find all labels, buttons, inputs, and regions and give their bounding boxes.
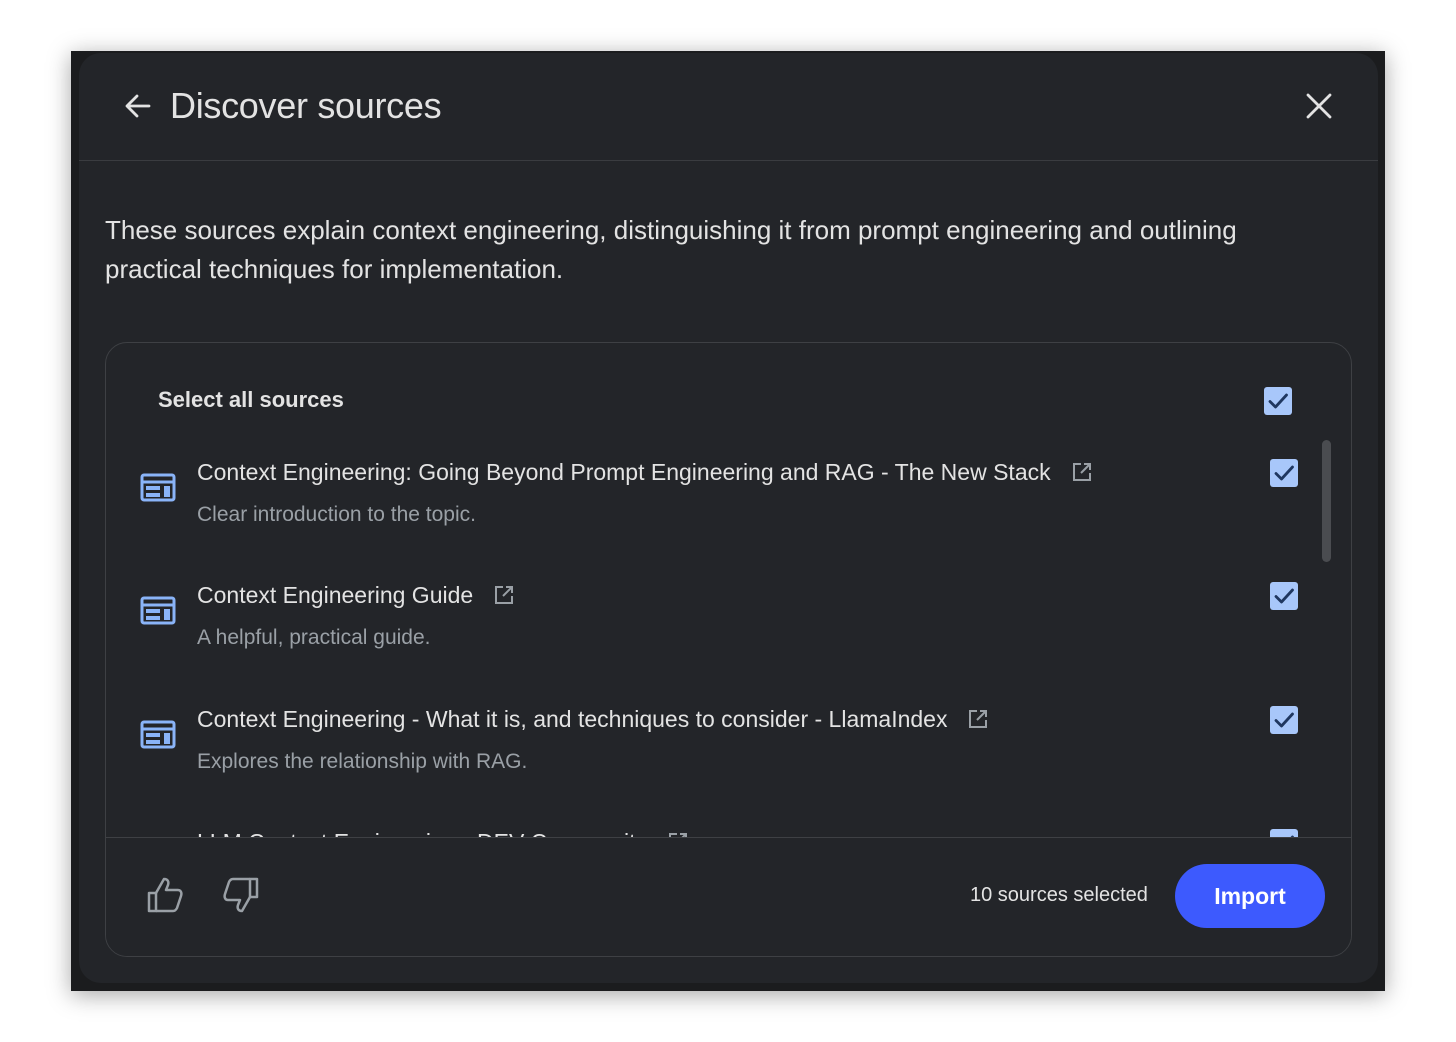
source-checkbox[interactable] — [1270, 706, 1298, 734]
source-subtitle: Clear introduction to the topic. — [197, 503, 476, 526]
source-title-link[interactable]: Context Engineering: Going Beyond Prompt… — [197, 459, 1093, 486]
checkmark-icon — [1274, 712, 1294, 728]
source-checkbox[interactable] — [1270, 582, 1298, 610]
web-page-icon — [140, 720, 176, 750]
external-link-icon[interactable] — [967, 708, 989, 730]
discover-sources-dialog: Discover sources These sources explain c… — [79, 53, 1378, 983]
source-title: LLM Context Engineering - DEV Community — [197, 829, 647, 837]
checkmark-icon — [1274, 465, 1294, 481]
source-item: Context Engineering - What it is, and te… — [106, 700, 1351, 810]
sources-card: Select all sources Context Engineering: … — [105, 342, 1352, 957]
close-icon[interactable] — [1304, 91, 1334, 121]
source-checkbox[interactable] — [1270, 459, 1298, 487]
dialog-footer: 10 sources selected Import — [106, 837, 1351, 956]
source-title-link[interactable]: Context Engineering - What it is, and te… — [197, 706, 989, 733]
source-title: Context Engineering Guide — [197, 582, 474, 608]
web-page-icon — [140, 473, 176, 503]
source-item: LLM Context Engineering - DEV Community — [106, 823, 1351, 837]
dialog-title: Discover sources — [170, 85, 442, 126]
source-title-link[interactable]: LLM Context Engineering - DEV Community — [197, 829, 689, 837]
web-page-icon — [140, 596, 176, 626]
scrollbar-thumb[interactable] — [1322, 440, 1331, 562]
back-arrow-icon[interactable] — [121, 89, 155, 123]
dialog-description: These sources explain context engineerin… — [105, 215, 1237, 284]
select-all-checkbox[interactable] — [1264, 387, 1292, 415]
source-item: Context Engineering Guide A helpful, pra… — [106, 576, 1351, 686]
source-title: Context Engineering: Going Beyond Prompt… — [197, 459, 1051, 485]
source-subtitle: A helpful, practical guide. — [197, 626, 431, 649]
select-all-label: Select all sources — [158, 387, 344, 412]
external-link-icon[interactable] — [493, 584, 515, 606]
checkmark-icon — [1274, 588, 1294, 604]
dialog-header: Discover sources — [79, 53, 1378, 161]
source-item: Context Engineering: Going Beyond Prompt… — [106, 453, 1351, 563]
import-button[interactable]: Import — [1175, 864, 1325, 928]
checkmark-icon — [1268, 393, 1288, 409]
selected-count: 10 sources selected — [970, 884, 1148, 906]
source-title-link[interactable]: Context Engineering Guide — [197, 582, 515, 609]
thumbs-up-icon[interactable] — [146, 876, 184, 914]
source-checkbox[interactable] — [1270, 829, 1298, 837]
thumbs-down-icon[interactable] — [222, 876, 260, 914]
source-subtitle: Explores the relationship with RAG. — [197, 750, 528, 773]
source-title: Context Engineering - What it is, and te… — [197, 706, 948, 732]
sources-list[interactable]: Select all sources Context Engineering: … — [106, 343, 1351, 837]
external-link-icon[interactable] — [1071, 461, 1093, 483]
